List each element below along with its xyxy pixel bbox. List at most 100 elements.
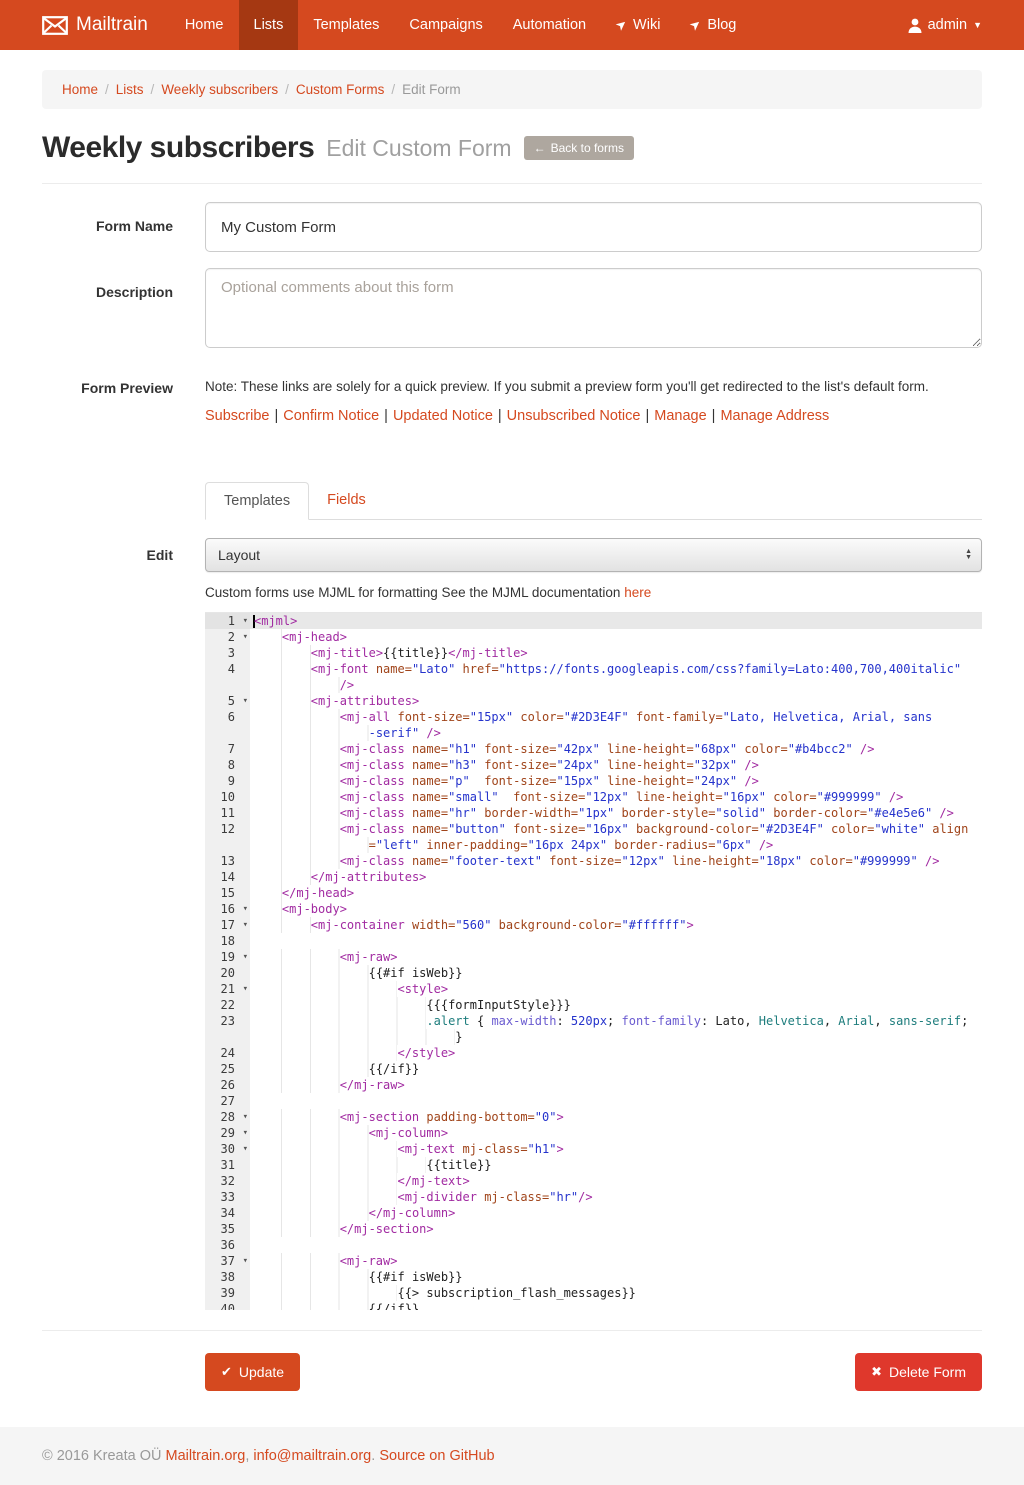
form-preview-row: Form Preview Note: These links are solel…	[42, 379, 982, 520]
breadcrumb-custom-forms[interactable]: Custom Forms	[296, 82, 385, 97]
footer-link-info-mailtrain-org[interactable]: info@mailtrain.org	[253, 1448, 371, 1464]
line-number: 11	[205, 805, 250, 821]
fold-arrow-icon[interactable]: ▾	[243, 1109, 248, 1125]
code-line: 30▾<mj-text mj-class="h1">	[205, 1141, 982, 1157]
breadcrumb: Home/Lists/Weekly subscribers/Custom For…	[42, 70, 982, 109]
line-number: 24	[205, 1045, 250, 1061]
preview-link-manage-address[interactable]: Manage Address	[720, 408, 829, 424]
select-arrows-icon: ▲▼	[965, 549, 972, 561]
code-line: 36	[205, 1237, 982, 1253]
edit-label: Edit	[42, 538, 205, 1310]
preview-link-manage[interactable]: Manage	[654, 408, 706, 424]
nav-item-campaigns[interactable]: Campaigns	[394, 0, 497, 50]
code-line: 12<mj-class name="button" font-size="16p…	[205, 821, 982, 837]
line-number: 2▾	[205, 629, 250, 645]
edit-template-select[interactable]: Layout ▲▼	[205, 538, 982, 572]
page-title: Weekly subscribers	[42, 131, 314, 165]
line-number: 40	[205, 1301, 250, 1310]
external-link-icon: ➤	[687, 15, 706, 34]
code-line: 7<mj-class name="h1" font-size="42px" li…	[205, 741, 982, 757]
nav-item-blog[interactable]: ➤Blog	[675, 0, 751, 50]
user-menu[interactable]: admin ▼	[908, 0, 982, 50]
fold-arrow-icon[interactable]: ▾	[243, 981, 248, 997]
preview-links: Subscribe|Confirm Notice|Updated Notice|…	[205, 408, 982, 424]
arrow-left-icon: ←	[534, 141, 546, 155]
code-line: 37▾<mj-raw>	[205, 1253, 982, 1269]
preview-link-unsubscribed-notice[interactable]: Unsubscribed Notice	[507, 408, 641, 424]
breadcrumb-home[interactable]: Home	[62, 82, 98, 97]
tab-fields[interactable]: Fields	[309, 482, 384, 520]
line-number: 34	[205, 1205, 250, 1221]
update-button[interactable]: ✔ Update	[205, 1353, 300, 1391]
link-separator: |	[498, 408, 502, 424]
line-number: 16▾	[205, 901, 250, 917]
line-number: 13	[205, 853, 250, 869]
preview-link-confirm-notice[interactable]: Confirm Notice	[283, 408, 379, 424]
brand-name: Mailtrain	[76, 14, 148, 36]
line-number	[205, 837, 250, 853]
line-number: 1▾	[205, 613, 250, 629]
line-number: 4	[205, 661, 250, 677]
breadcrumb-weekly-subscribers[interactable]: Weekly subscribers	[161, 82, 278, 97]
preview-note: Note: These links are solely for a quick…	[205, 379, 982, 394]
code-line: 16▾<mj-body>	[205, 901, 982, 917]
fold-arrow-icon[interactable]: ▾	[243, 949, 248, 965]
description-label: Description	[42, 268, 205, 353]
code-line: 5▾<mj-attributes>	[205, 693, 982, 709]
line-number: 20	[205, 965, 250, 981]
code-line: 1▾<mjml>	[205, 613, 982, 629]
envelope-logo-icon	[42, 16, 68, 35]
fold-arrow-icon[interactable]: ▾	[243, 629, 248, 645]
description-textarea[interactable]	[205, 268, 982, 348]
chevron-down-icon: ▼	[973, 20, 982, 30]
form-preview-label: Form Preview	[42, 379, 205, 520]
delete-form-button[interactable]: ✖ Delete Form	[855, 1353, 982, 1391]
preview-link-subscribe[interactable]: Subscribe	[205, 408, 269, 424]
fold-arrow-icon[interactable]: ▾	[243, 1125, 248, 1141]
line-number: 26	[205, 1077, 250, 1093]
fold-arrow-icon[interactable]: ▾	[243, 693, 248, 709]
line-number: 28▾	[205, 1109, 250, 1125]
code-line: 6<mj-all font-size="15px" color="#2D3E4F…	[205, 709, 982, 725]
back-to-forms-button[interactable]: ← Back to forms	[524, 136, 634, 160]
fold-arrow-icon[interactable]: ▾	[243, 1253, 248, 1269]
brand[interactable]: Mailtrain	[42, 0, 158, 50]
code-line: 8<mj-class name="h3" font-size="24px" li…	[205, 757, 982, 773]
fold-arrow-icon[interactable]: ▾	[243, 1141, 248, 1157]
nav-item-home[interactable]: Home	[170, 0, 239, 50]
breadcrumb-lists[interactable]: Lists	[116, 82, 144, 97]
line-number: 3	[205, 645, 250, 661]
line-number: 14	[205, 869, 250, 885]
line-number: 37▾	[205, 1253, 250, 1269]
code-line: 33<mj-divider mj-class="hr"/>	[205, 1189, 982, 1205]
external-link-icon: ➤	[612, 15, 631, 34]
line-number: 31	[205, 1157, 250, 1173]
code-line: 9<mj-class name="p" font-size="15px" lin…	[205, 773, 982, 789]
nav-menu: HomeListsTemplatesCampaignsAutomation➤Wi…	[170, 0, 752, 50]
nav-item-wiki[interactable]: ➤Wiki	[601, 0, 675, 50]
selected-template: Layout	[218, 547, 260, 563]
footer-link-mailtrain-org[interactable]: Mailtrain.org	[166, 1448, 246, 1464]
line-number: 19▾	[205, 949, 250, 965]
tab-templates[interactable]: Templates	[205, 482, 309, 520]
mjml-doc-link[interactable]: here	[624, 585, 651, 600]
footer-link-source-on-github[interactable]: Source on GitHub	[379, 1448, 494, 1464]
preview-link-updated-notice[interactable]: Updated Notice	[393, 408, 493, 424]
fold-arrow-icon[interactable]: ▾	[243, 917, 248, 933]
nav-item-templates[interactable]: Templates	[298, 0, 394, 50]
footer-text: © 2016 Kreata OÜ	[42, 1448, 166, 1464]
code-line: 23.alert { max-width: 520px; font-family…	[205, 1013, 982, 1029]
line-number: 12	[205, 821, 250, 837]
tab-bar: TemplatesFields	[205, 482, 982, 520]
code-line: 10<mj-class name="small" font-size="12px…	[205, 789, 982, 805]
form-name-label: Form Name	[42, 202, 205, 252]
code-line: ="left" inner-padding="16px 24px" border…	[205, 837, 982, 853]
form-name-input[interactable]	[205, 202, 982, 252]
fold-arrow-icon[interactable]: ▾	[243, 613, 248, 629]
nav-item-lists[interactable]: Lists	[239, 0, 299, 50]
check-icon: ✔	[221, 1364, 232, 1380]
description-row: Description	[42, 268, 982, 353]
mjml-code-editor[interactable]: 1▾<mjml>2▾<mj-head>3<mj-title>{{title}}<…	[205, 612, 982, 1310]
nav-item-automation[interactable]: Automation	[498, 0, 601, 50]
fold-arrow-icon[interactable]: ▾	[243, 901, 248, 917]
